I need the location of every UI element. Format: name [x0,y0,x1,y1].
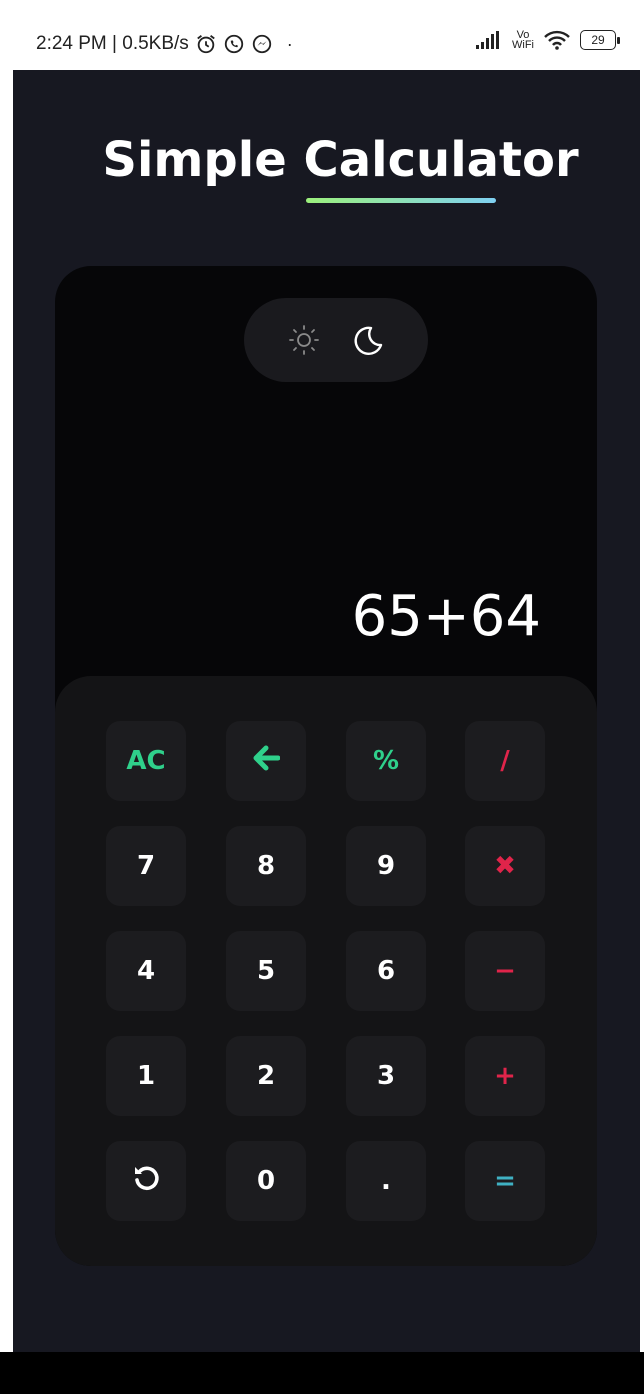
key-label: AC [126,746,166,776]
whatsapp-icon [224,34,243,54]
key-label: 8 [256,851,276,881]
key-label: 0 [256,1166,276,1196]
signal-icon [476,31,499,49]
equals-button[interactable]: = [465,1141,545,1221]
digit-9-button[interactable]: 9 [346,826,426,906]
subtract-button[interactable]: − [465,931,545,1011]
key-label: = [494,1166,516,1196]
moon-icon [354,326,383,355]
key-label: 2 [256,1061,276,1091]
multiply-button[interactable]: ✖ [465,826,545,906]
digit-5-button[interactable]: 5 [226,931,306,1011]
divide-button[interactable]: / [465,721,545,801]
digit-6-button[interactable]: 6 [346,931,426,1011]
key-label: 7 [136,851,156,881]
calculator-display: 65+64 [351,584,541,649]
digit-7-button[interactable]: 7 [106,826,186,906]
notification-dot: · [286,33,293,54]
calculator-body: 65+64 AC% / 7 8 9 ✖ 4 5 6 − 1 2 3 +0. = [55,266,597,1266]
light-mode-button[interactable] [284,320,324,360]
battery-icon: 29 [580,30,620,50]
key-label: 1 [136,1061,156,1091]
digit-0-button[interactable]: 0 [226,1141,306,1221]
key-label: % [372,746,400,776]
percent-button[interactable]: % [346,721,426,801]
status-right: Vo WiFi 29 [476,29,620,51]
backspace-arrow-icon [252,745,281,778]
vowifi-icon: Vo WiFi [512,29,534,51]
decimal-button[interactable]: . [346,1141,426,1221]
undo-button[interactable] [106,1141,186,1221]
title-underline [306,198,496,203]
digit-8-button[interactable]: 8 [226,826,306,906]
page-title: Simple Calculator [102,132,579,188]
app-screen: Simple Calculator 65+64 AC % / 7 8 9 ✖ 4… [13,70,640,1352]
key-label: 6 [376,956,396,986]
key-label: ✖ [494,851,516,881]
status-left: 2:24 PM | 0.5KB/s · [36,33,293,55]
add-button[interactable]: + [465,1036,545,1116]
clear-button[interactable]: AC [106,721,186,801]
backspace-button[interactable] [226,721,306,801]
key-label: 9 [376,851,396,881]
undo-icon [132,1164,160,1199]
keypad: AC% / 7 8 9 ✖ 4 5 6 − 1 2 3 +0. = [55,676,597,1266]
key-label: + [494,1061,516,1091]
digit-1-button[interactable]: 1 [106,1036,186,1116]
messenger-icon [252,34,271,54]
digit-3-button[interactable]: 3 [346,1036,426,1116]
dark-mode-button[interactable] [348,320,388,360]
key-label: − [494,956,516,986]
digit-2-button[interactable]: 2 [226,1036,306,1116]
sun-icon [289,325,319,355]
alarm-icon [196,35,215,54]
key-label: . [381,1166,391,1196]
theme-toggle [244,298,428,382]
system-nav-bar [0,1352,644,1394]
key-label: / [500,746,510,776]
key-label: 3 [376,1061,396,1091]
digit-4-button[interactable]: 4 [106,931,186,1011]
time-speed-text: 2:24 PM | 0.5KB/s [36,33,189,54]
status-bar: 2:24 PM | 0.5KB/s · Vo WiFi 29 [0,0,644,70]
wifi-icon [544,30,570,50]
key-label: 4 [136,956,156,986]
key-label: 5 [256,956,276,986]
